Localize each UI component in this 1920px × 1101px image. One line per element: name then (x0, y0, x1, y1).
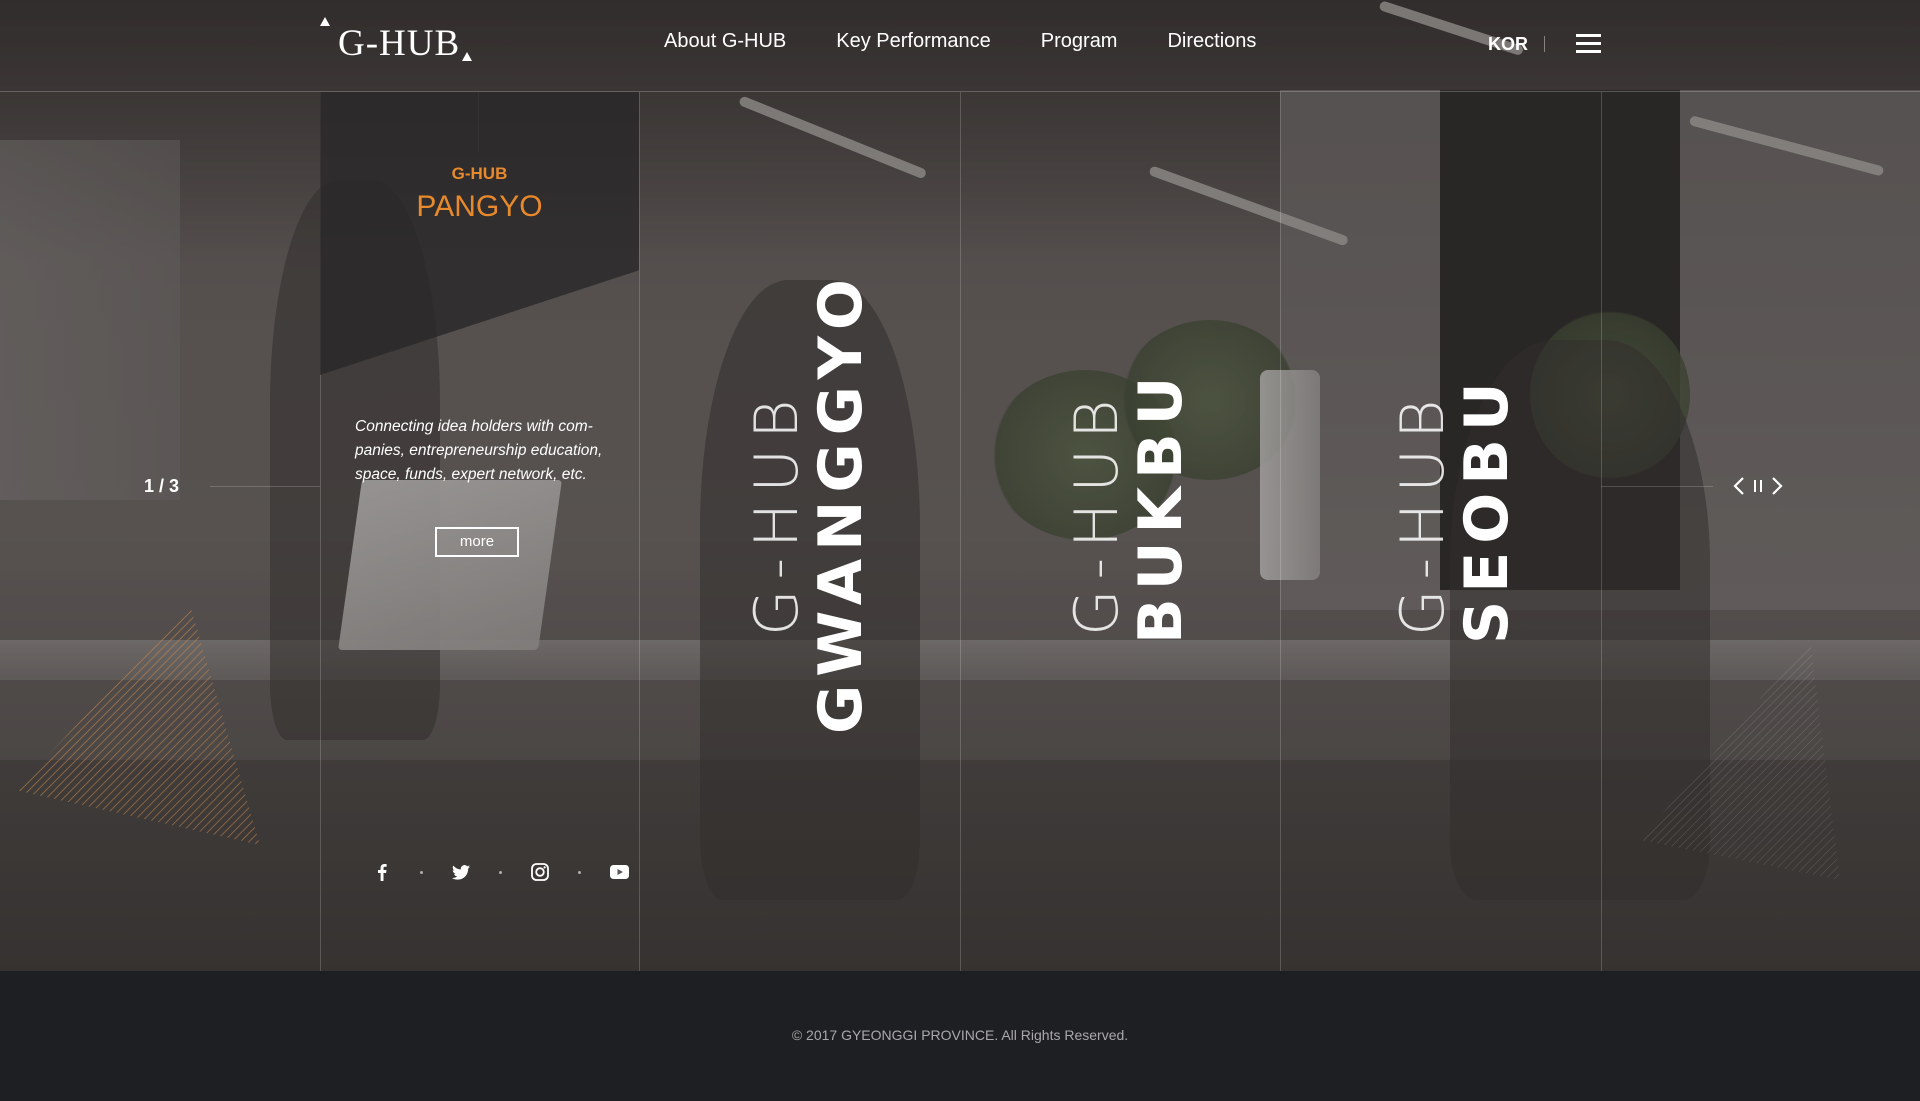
pause-icon[interactable] (1753, 479, 1763, 493)
active-slide-prefix: G-HUB (451, 164, 508, 183)
decorative-triangle-left (15, 605, 260, 845)
slide-counter: 1 / 3 (144, 476, 180, 496)
slide-gwanggyo-prefix[interactable]: G-HUB (742, 390, 812, 636)
instagram-icon[interactable] (528, 860, 552, 884)
divider (1544, 36, 1545, 52)
nav-key-performance[interactable]: Key Performance (836, 30, 991, 53)
logo[interactable]: G-HUB (320, 14, 480, 76)
main-nav: About G-HUB Key Performance Program Dire… (664, 30, 1256, 53)
more-button[interactable]: more (435, 527, 519, 557)
grid-line (1601, 486, 1713, 487)
grid-line (960, 92, 961, 971)
logo-text: G-HUB (338, 23, 461, 64)
facebook-icon[interactable] (370, 860, 394, 884)
grid-line (1601, 92, 1602, 971)
decorative-triangle-right (1640, 640, 1840, 880)
active-slide-title: PANGYO (416, 190, 543, 223)
nav-program[interactable]: Program (1041, 30, 1118, 53)
separator-dot (578, 870, 581, 874)
chevron-left-icon[interactable] (1733, 476, 1745, 496)
separator-dot (499, 870, 502, 874)
active-slide-description: Connecting idea holders with com- panies… (355, 418, 603, 483)
slide-bukbu-prefix[interactable]: G-HUB (1062, 390, 1132, 636)
nav-directions[interactable]: Directions (1167, 30, 1256, 53)
slide-seobu-prefix[interactable]: G-HUB (1388, 390, 1458, 636)
logo-triangle-icon (462, 52, 472, 61)
hero-section: G-HUB PANGYO Connecting idea holders wit… (0, 0, 1920, 971)
logo-triangle-icon (320, 17, 330, 26)
youtube-icon[interactable] (607, 860, 631, 884)
slide-seobu-title[interactable]: SEOBU (1452, 374, 1522, 644)
site-header: G-HUB About G-HUB Key Performance Progra… (0, 0, 1920, 92)
twitter-icon[interactable] (449, 860, 473, 884)
slide-bukbu-title[interactable]: BUKBU (1126, 369, 1196, 644)
grid-line (210, 486, 320, 487)
nav-about[interactable]: About G-HUB (664, 30, 786, 53)
language-toggle[interactable]: KOR (1488, 34, 1528, 55)
grid-line (1280, 92, 1281, 971)
slider-controls (1733, 476, 1783, 496)
chevron-right-icon[interactable] (1771, 476, 1783, 496)
hamburger-menu-icon[interactable] (1576, 34, 1601, 54)
slide-gwanggyo-title[interactable]: GWANGGYO (806, 271, 876, 734)
separator-dot (420, 870, 423, 874)
copyright-text: © 2017 GYEONGGI PROVINCE. All Rights Res… (791, 1027, 1129, 1043)
social-links (370, 860, 631, 884)
grid-line (639, 92, 640, 971)
